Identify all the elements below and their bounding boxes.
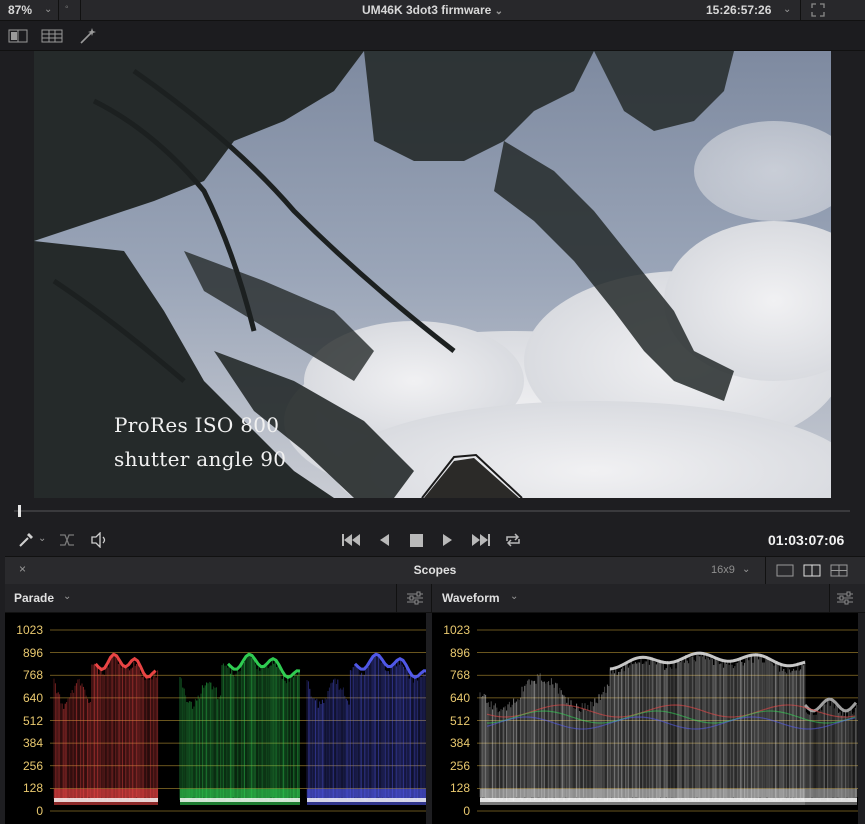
y-axis-label: 896 — [449, 645, 470, 660]
chevron-down-icon[interactable]: ⌄ — [63, 591, 71, 602]
skip-to-end-icon[interactable] — [471, 533, 491, 547]
transport-controls: ⌄ — [0, 525, 865, 555]
settings-sliders-icon[interactable] — [406, 591, 424, 605]
eyedropper-icon[interactable] — [17, 531, 35, 549]
y-axis-label: 384 — [22, 736, 43, 751]
red-channel-trace — [53, 652, 159, 805]
green-channel-trace — [179, 652, 301, 805]
y-axis-label: 128 — [22, 781, 43, 796]
shuffle-icon[interactable] — [59, 533, 75, 547]
timecode-display: 01:03:07:06 — [768, 532, 845, 548]
waveform-scope: 1023 896 768 640 512 384 256 128 0 — [432, 613, 858, 824]
parade-graph — [50, 629, 426, 812]
y-axis-label: 512 — [449, 713, 470, 728]
rgb-overlay-trace — [486, 710, 856, 724]
y-axis-label: 640 — [22, 690, 43, 705]
y-axis-label: 1023 — [443, 623, 470, 637]
divider — [431, 584, 432, 612]
chevron-down-icon[interactable]: ⌄ — [783, 4, 791, 15]
timeline-scrubber[interactable] — [14, 510, 850, 512]
video-viewer[interactable]: ProRes ISO 800 shutter angle 90 — [34, 51, 831, 498]
chevron-down-icon[interactable]: ⌄ — [742, 564, 750, 575]
play-reverse-icon[interactable] — [378, 533, 390, 547]
caption-line-1: ProRes ISO 800 — [114, 413, 280, 437]
scopes-panel-header: × Scopes 16x9 ⌄ — [5, 556, 865, 585]
y-axis-label: 768 — [22, 668, 43, 683]
divider — [829, 584, 830, 612]
y-axis-label: 512 — [22, 713, 43, 728]
y-axis-label: 256 — [22, 758, 43, 773]
expand-icon[interactable] — [811, 3, 825, 17]
scopes-title: Scopes — [413, 563, 457, 577]
luma-trace-right — [803, 697, 858, 805]
y-axis-label: 128 — [449, 781, 470, 796]
waveform-selector[interactable]: Waveform — [442, 591, 500, 605]
viewer-toolbar — [0, 21, 865, 51]
y-axis-label: 0 — [36, 804, 43, 818]
skip-to-start-icon[interactable] — [341, 533, 361, 547]
divider — [396, 584, 397, 612]
dual-layout-icon[interactable] — [803, 564, 821, 577]
loop-icon[interactable] — [504, 532, 522, 548]
aspect-selector[interactable]: 16x9 — [711, 564, 735, 576]
chevron-down-icon[interactable]: ⌄ — [38, 533, 46, 544]
divider — [765, 557, 766, 584]
y-axis-label: 384 — [449, 736, 470, 751]
y-axis-label: 640 — [449, 690, 470, 705]
chevron-down-icon[interactable]: ⌄ — [510, 591, 518, 602]
scopes-selector-bar: Parade ⌄ Waveform ⌄ — [5, 584, 865, 613]
play-icon[interactable] — [442, 533, 454, 547]
y-axis-label: 256 — [449, 758, 470, 773]
playhead[interactable] — [18, 505, 21, 517]
y-axis-label: 1023 — [16, 623, 43, 637]
clock-timecode[interactable]: 15:26:57:26 — [706, 3, 771, 17]
waveform-graph — [477, 629, 858, 812]
magic-wand-icon[interactable] — [79, 27, 97, 45]
y-axis-label: 768 — [449, 668, 470, 683]
settings-sliders-icon[interactable] — [836, 591, 854, 605]
quad-layout-icon[interactable] — [830, 564, 848, 577]
parade-scope: 1023 896 768 640 512 384 256 128 0 — [5, 613, 426, 824]
y-axis-label: 0 — [463, 804, 470, 818]
y-axis-label: 896 — [22, 645, 43, 660]
parade-selector[interactable]: Parade — [14, 591, 54, 605]
grid-view-icon[interactable] — [41, 29, 63, 43]
speaker-icon[interactable] — [90, 532, 110, 548]
split-view-icon[interactable] — [8, 29, 28, 43]
caption-line-2: shutter angle 90 — [114, 447, 287, 471]
divider — [800, 0, 801, 20]
blue-channel-trace — [306, 652, 426, 805]
single-layout-icon[interactable] — [776, 564, 794, 577]
chevron-down-icon: ⌄ — [494, 6, 504, 17]
rgb-overlay-trace — [486, 716, 856, 730]
stop-icon[interactable] — [410, 534, 423, 547]
top-bar: 87% ⌄ ◦ UM46K 3dot3 firmware ⌄ 15:26:57:… — [0, 0, 865, 21]
